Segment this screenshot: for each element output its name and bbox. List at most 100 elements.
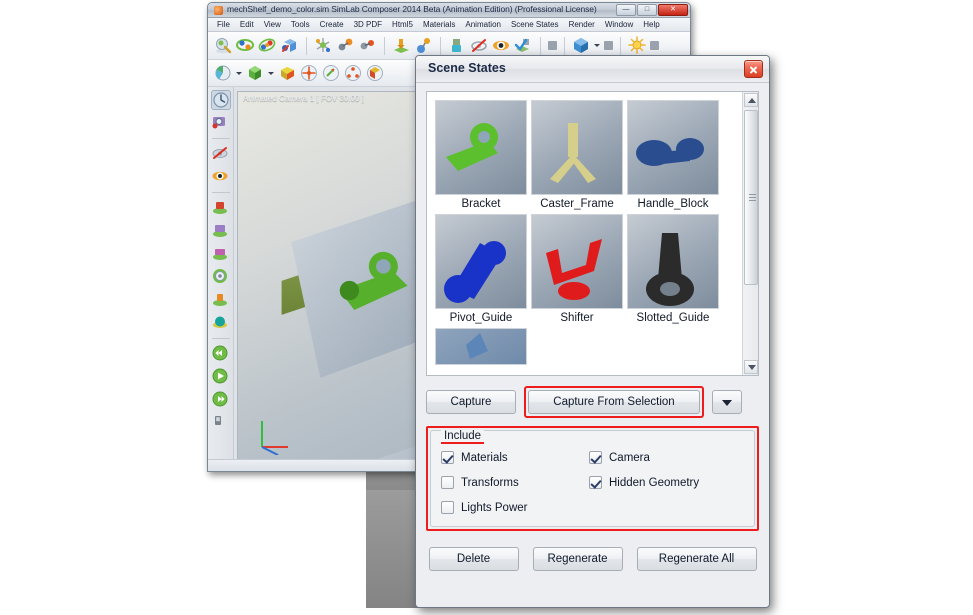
scene-state-thumbnail[interactable] <box>435 214 527 309</box>
hide-geometry-icon[interactable] <box>211 144 231 164</box>
orange-object-icon[interactable] <box>211 290 231 310</box>
green-cube-icon[interactable] <box>246 64 265 83</box>
scene-state-thumbnail[interactable] <box>627 100 719 195</box>
delete-button[interactable]: Delete <box>428 547 519 571</box>
material-icon[interactable] <box>278 64 297 83</box>
include-option-lights-power[interactable]: Lights Power <box>441 501 589 514</box>
path-edit-icon[interactable] <box>358 36 377 55</box>
menu-item-render[interactable]: Render <box>564 18 600 31</box>
rewind-button[interactable] <box>211 344 231 364</box>
drop-object-icon[interactable] <box>392 36 411 55</box>
chevron-down-icon[interactable] <box>268 70 275 77</box>
pivot-icon[interactable] <box>414 36 433 55</box>
move-gizmo-icon[interactable] <box>300 64 319 83</box>
checkbox-icon[interactable] <box>589 451 602 464</box>
scale-gizmo-icon[interactable] <box>344 64 363 83</box>
capture-from-selection-button[interactable]: Capture From Selection <box>528 390 700 414</box>
checkbox-label: Hidden Geometry <box>609 476 700 489</box>
scene-state-item[interactable]: Slotted_Guide <box>627 214 719 326</box>
capture-button-row: Capture Capture From Selection <box>426 386 759 418</box>
include-option-materials[interactable]: Materials <box>441 451 589 464</box>
scroll-down-arrow[interactable] <box>744 360 758 374</box>
link-nodes-icon[interactable] <box>314 36 333 55</box>
app-logo-icon <box>214 6 223 15</box>
list-scrollbar[interactable] <box>742 92 758 375</box>
scene-state-label: Handle_Block <box>637 198 709 210</box>
menu-item-3d-pdf[interactable]: 3D PDF <box>349 18 387 31</box>
scene-state-item[interactable]: Shifter <box>531 214 623 326</box>
scene-state-thumbnail[interactable] <box>531 100 623 195</box>
eye-icon[interactable] <box>492 36 511 55</box>
checkbox-icon[interactable] <box>441 476 454 489</box>
scene-state-item[interactable]: Pivot_Guide <box>435 214 527 326</box>
animation-node-icon[interactable] <box>258 36 277 55</box>
magenta-object-icon[interactable] <box>211 244 231 264</box>
menu-item-animation[interactable]: Animation <box>460 18 506 31</box>
menu-item-file[interactable]: File <box>212 18 235 31</box>
maximize-button[interactable]: □ <box>637 4 657 16</box>
cube-icon[interactable] <box>572 36 591 55</box>
chevron-down-icon <box>722 400 732 406</box>
menu-item-html5[interactable]: Html5 <box>387 18 418 31</box>
menu-item-tools[interactable]: Tools <box>286 18 315 31</box>
chevron-down-icon[interactable] <box>594 42 601 49</box>
checkbox-icon[interactable] <box>441 451 454 464</box>
include-option-camera[interactable]: Camera <box>589 451 744 464</box>
scene-state-thumbnail[interactable] <box>435 100 527 195</box>
capture-options-dropdown-button[interactable] <box>712 390 742 414</box>
visibility-check-icon[interactable] <box>514 36 533 55</box>
animate-object-icon[interactable] <box>280 36 299 55</box>
menu-item-materials[interactable]: Materials <box>418 18 460 31</box>
checkbox-icon[interactable] <box>441 501 454 514</box>
toolbar-overflow-handle[interactable] <box>650 41 659 50</box>
scene-states-list[interactable]: Bracket Caster_Frame Handle_Block Pivot_Gui… <box>426 91 759 376</box>
scrollbar-thumb[interactable] <box>744 110 758 285</box>
paint-bucket-icon[interactable] <box>448 36 467 55</box>
eye-icon[interactable] <box>211 167 231 187</box>
camera-icon[interactable] <box>211 113 231 133</box>
scene-state-item[interactable]: Bracket <box>435 100 527 212</box>
teal-sphere-icon[interactable] <box>211 313 231 333</box>
menu-item-view[interactable]: View <box>259 18 286 31</box>
scene-state-item[interactable] <box>435 328 527 365</box>
window-title: mechShelf_demo_color.sim SimLab Composer… <box>227 4 597 14</box>
record-button[interactable] <box>211 413 231 433</box>
purple-object-icon[interactable] <box>211 221 231 241</box>
scroll-up-arrow[interactable] <box>744 93 758 107</box>
minimize-button[interactable]: — <box>616 4 636 16</box>
scene-state-thumbnail[interactable] <box>435 328 527 365</box>
play-button[interactable] <box>211 367 231 387</box>
forward-button[interactable] <box>211 390 231 410</box>
scene-state-item[interactable]: Handle_Block <box>627 100 719 212</box>
keyframe-icon[interactable] <box>214 36 233 55</box>
scene-state-thumbnail[interactable] <box>627 214 719 309</box>
wheel-icon[interactable] <box>211 267 231 287</box>
render-icon[interactable] <box>214 64 233 83</box>
red-object-icon[interactable] <box>211 198 231 218</box>
menu-item-edit[interactable]: Edit <box>235 18 259 31</box>
transform-icon[interactable] <box>366 64 385 83</box>
close-icon[interactable] <box>744 60 763 78</box>
orbit-animation-icon[interactable] <box>236 36 255 55</box>
regenerate-all-button[interactable]: Regenerate All <box>636 547 757 571</box>
light-icon[interactable] <box>628 36 647 55</box>
capture-button[interactable]: Capture <box>426 390 516 414</box>
menu-item-create[interactable]: Create <box>315 18 349 31</box>
regenerate-button[interactable]: Regenerate <box>532 547 623 571</box>
menu-item-scene-states[interactable]: Scene States <box>506 18 564 31</box>
menu-item-help[interactable]: Help <box>638 18 664 31</box>
close-button[interactable]: ✕ <box>658 4 688 16</box>
scene-state-item[interactable]: Caster_Frame <box>531 100 623 212</box>
toolbar-overflow-handle[interactable] <box>604 41 613 50</box>
chevron-down-icon[interactable] <box>236 70 243 77</box>
path-animation-icon[interactable] <box>336 36 355 55</box>
include-option-transforms[interactable]: Transforms <box>441 476 589 489</box>
clock-icon[interactable] <box>210 90 231 110</box>
menu-item-window[interactable]: Window <box>600 18 638 31</box>
rotate-gizmo-icon[interactable] <box>322 64 341 83</box>
scene-state-thumbnail[interactable] <box>531 214 623 309</box>
include-option-hidden-geometry[interactable]: Hidden Geometry <box>589 476 744 489</box>
checkbox-icon[interactable] <box>589 476 602 489</box>
toolbar-overflow-handle[interactable] <box>548 41 557 50</box>
hide-icon[interactable] <box>470 36 489 55</box>
